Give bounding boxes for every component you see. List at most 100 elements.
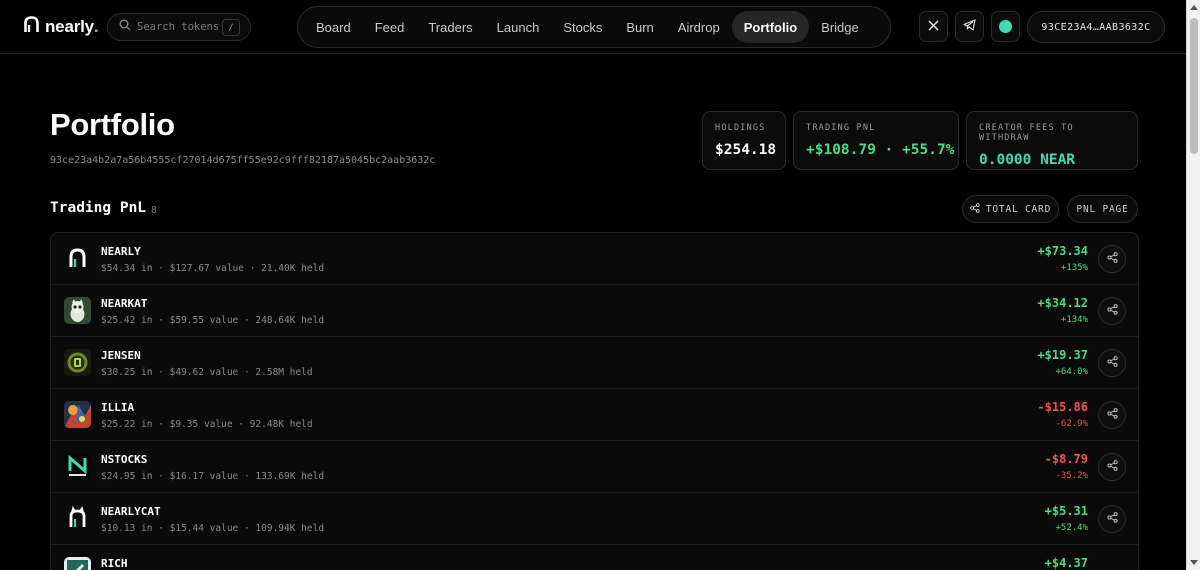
wallet-address: 93ce23a4b2a7a56b4555cf27014d675ff55e92c9… bbox=[50, 155, 436, 166]
logo-dot: . bbox=[93, 17, 99, 36]
token-pnl-percent: -35.2% bbox=[1055, 471, 1088, 481]
nearlycat-token-icon bbox=[64, 505, 91, 532]
share-button[interactable] bbox=[1098, 349, 1126, 377]
nstocks-token-icon bbox=[64, 453, 91, 480]
token-name: NSTOCKS bbox=[101, 453, 148, 466]
telegram-button[interactable] bbox=[955, 11, 984, 42]
nav-bridge[interactable]: Bridge bbox=[809, 11, 871, 43]
trading-pnl-card: TRADING PNL +$108.79 · +55.7% bbox=[793, 111, 959, 170]
pnl-table: NEARLY $54.34 in · $127.67 value · 21.40… bbox=[50, 232, 1139, 570]
nearly-logo-icon bbox=[64, 245, 91, 272]
search-bar[interactable]: / bbox=[107, 13, 251, 41]
section-title: Trading PnL bbox=[50, 200, 147, 216]
network-status-button[interactable] bbox=[991, 11, 1020, 42]
trading-pnl-label: TRADING PNL bbox=[806, 123, 876, 133]
token-pnl-percent: -62.9% bbox=[1055, 419, 1088, 429]
token-pnl-percent: +135% bbox=[1060, 263, 1088, 273]
trading-pnl-value: +$108.79 · +55.7% bbox=[806, 142, 955, 158]
search-shortcut-key: / bbox=[222, 19, 240, 36]
token-pnl-percent: +64.0% bbox=[1055, 367, 1088, 377]
top-bar: nearly. / Board Feed Traders Launch Stoc… bbox=[0, 0, 1186, 54]
table-row[interactable]: NEARLYCAT $10.13 in · $15.44 value · 109… bbox=[51, 493, 1138, 545]
share-icon bbox=[970, 202, 986, 216]
page-scrollbar[interactable] bbox=[1186, 0, 1200, 570]
token-pnl: +$34.12 bbox=[1037, 296, 1088, 310]
token-name: JENSEN bbox=[101, 349, 141, 362]
share-icon bbox=[1106, 458, 1118, 476]
creator-fees-card: CREATOR FEES TO WITHDRAW 0.0000 NEAR bbox=[966, 111, 1138, 170]
holdings-label: HOLDINGS bbox=[715, 123, 766, 133]
search-input[interactable] bbox=[137, 21, 221, 33]
token-name: NEARKAT bbox=[101, 297, 148, 310]
token-pnl: -$8.79 bbox=[1044, 452, 1088, 466]
token-details: $25.22 in · $9.35 value · 92.48K held bbox=[101, 419, 313, 430]
scroll-up-arrow-icon[interactable] bbox=[1190, 5, 1198, 10]
token-pnl: +$5.31 bbox=[1044, 504, 1088, 518]
token-name: NEARLYCAT bbox=[101, 505, 161, 518]
scrollbar-thumb[interactable] bbox=[1190, 18, 1198, 154]
token-pnl: -$15.86 bbox=[1037, 400, 1088, 414]
nav-portfolio[interactable]: Portfolio bbox=[731, 11, 810, 43]
token-details: $10.13 in · $15.44 value · 109.94K held bbox=[101, 523, 325, 534]
nearly-logo-icon bbox=[24, 16, 39, 38]
share-icon bbox=[1106, 354, 1118, 372]
x-social-button[interactable] bbox=[919, 11, 948, 42]
token-pnl-percent: +52.4% bbox=[1055, 523, 1088, 533]
holdings-value: $254.18 bbox=[715, 142, 777, 158]
total-card-button[interactable]: TOTAL CARD bbox=[962, 195, 1059, 223]
scroll-down-arrow-icon[interactable] bbox=[1190, 560, 1198, 565]
token-name: NEARLY bbox=[101, 245, 141, 258]
share-icon bbox=[1106, 250, 1118, 268]
section-count: 8 bbox=[151, 205, 157, 216]
nav-board[interactable]: Board bbox=[304, 11, 363, 43]
pnl-page-button[interactable]: PNL PAGE bbox=[1067, 195, 1138, 223]
illia-token-icon bbox=[64, 401, 91, 428]
share-button[interactable] bbox=[1098, 245, 1126, 273]
nav-burn[interactable]: Burn bbox=[614, 11, 665, 43]
nearkat-token-icon bbox=[64, 297, 91, 324]
telegram-icon bbox=[963, 18, 976, 36]
total-card-label: TOTAL CARD bbox=[985, 203, 1052, 215]
logo[interactable]: nearly. bbox=[24, 15, 99, 39]
table-row[interactable]: NEARLY $54.34 in · $127.67 value · 21.40… bbox=[51, 233, 1138, 285]
share-button[interactable] bbox=[1098, 505, 1126, 533]
nav-stocks[interactable]: Stocks bbox=[551, 11, 614, 43]
token-name: ILLIA bbox=[101, 401, 135, 414]
x-logo-icon bbox=[928, 18, 939, 36]
nav-feed[interactable]: Feed bbox=[363, 11, 417, 43]
token-pnl: +$19.37 bbox=[1037, 348, 1088, 362]
token-pnl-percent: +134% bbox=[1060, 315, 1088, 325]
share-button[interactable] bbox=[1098, 401, 1126, 429]
token-details: $24.95 in · $16.17 value · 133.69K held bbox=[101, 471, 325, 482]
token-details: $30.25 in · $49.62 value · 2.58M held bbox=[101, 367, 313, 378]
share-button[interactable] bbox=[1098, 453, 1126, 481]
token-details: $25.42 in · $59.55 value · 248.64K held bbox=[101, 315, 325, 326]
table-row[interactable]: ILLIA $25.22 in · $9.35 value · 92.48K h… bbox=[51, 389, 1138, 441]
main-nav: Board Feed Traders Launch Stocks Burn Ai… bbox=[297, 6, 891, 48]
table-row[interactable]: NEARKAT $25.42 in · $59.55 value · 248.6… bbox=[51, 285, 1138, 337]
share-button[interactable] bbox=[1098, 297, 1126, 325]
table-row[interactable]: JENSEN $30.25 in · $49.62 value · 2.58M … bbox=[51, 337, 1138, 389]
rich-token-icon bbox=[64, 557, 91, 570]
search-icon bbox=[119, 18, 131, 36]
creator-fees-label: CREATOR FEES TO WITHDRAW bbox=[979, 123, 1074, 143]
token-pnl: +$4.37 bbox=[1044, 556, 1088, 570]
creator-fees-value: 0.0000 NEAR bbox=[979, 152, 1076, 168]
holdings-card: HOLDINGS $254.18 bbox=[702, 111, 786, 170]
share-icon bbox=[1106, 302, 1118, 320]
page-title: Portfolio bbox=[50, 107, 175, 142]
token-pnl: +$73.34 bbox=[1037, 244, 1088, 258]
wallet-button[interactable]: 93CE23A4…AAB3632C bbox=[1027, 11, 1165, 43]
table-row[interactable]: RICH +$4.37 bbox=[51, 545, 1138, 570]
pnl-page-label: PNL PAGE bbox=[1076, 203, 1129, 215]
share-icon bbox=[1106, 510, 1118, 528]
nav-airdrop[interactable]: Airdrop bbox=[666, 11, 732, 43]
logo-text: nearly bbox=[45, 17, 94, 36]
status-dot-icon bbox=[999, 20, 1012, 33]
token-details: $54.34 in · $127.67 value · 21.40K held bbox=[101, 263, 325, 274]
token-name: RICH bbox=[101, 557, 128, 570]
nav-traders[interactable]: Traders bbox=[416, 11, 484, 43]
share-icon bbox=[1106, 406, 1118, 424]
nav-launch[interactable]: Launch bbox=[485, 11, 552, 43]
table-row[interactable]: NSTOCKS $24.95 in · $16.17 value · 133.6… bbox=[51, 441, 1138, 493]
